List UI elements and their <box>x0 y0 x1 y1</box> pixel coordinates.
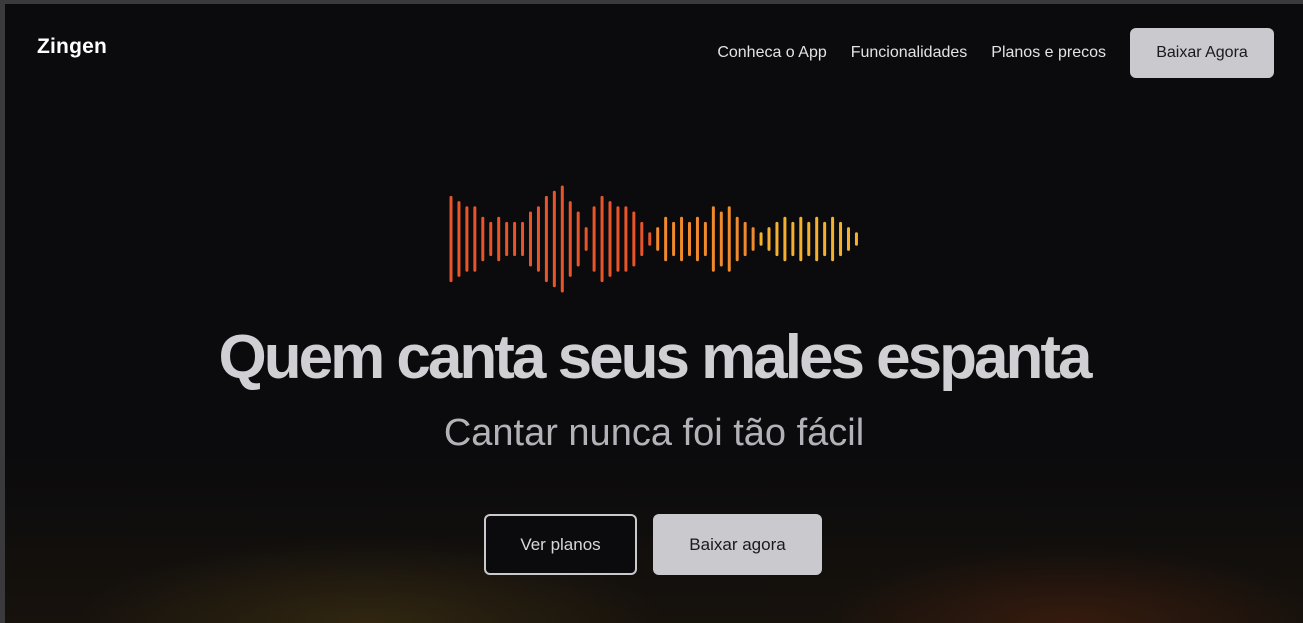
hero-subtitle: Cantar nunca foi tão fácil <box>443 412 865 454</box>
brand-logo[interactable]: Zingen <box>37 35 107 59</box>
nav-link-conheca-app[interactable]: Conheca o App <box>717 44 826 62</box>
nav-link-planos-precos[interactable]: Planos e precos <box>991 44 1106 62</box>
top-nav: Conheca o App Funcionalidades Planos e p… <box>717 28 1274 78</box>
view-plans-button[interactable]: Ver planos <box>484 514 637 575</box>
app-window: Zingen Conheca o App Funcionalidades Pla… <box>5 4 1303 623</box>
nav-link-funcionalidades[interactable]: Funcionalidades <box>851 44 968 62</box>
hero-actions: Ver planos Baixar agora <box>484 514 822 575</box>
audio-waveform-icon <box>449 185 858 293</box>
nav-download-button[interactable]: Baixar Agora <box>1130 28 1274 78</box>
download-now-button[interactable]: Baixar agora <box>653 514 822 575</box>
hero-title: Quem canta seus males espanta <box>218 323 1092 392</box>
